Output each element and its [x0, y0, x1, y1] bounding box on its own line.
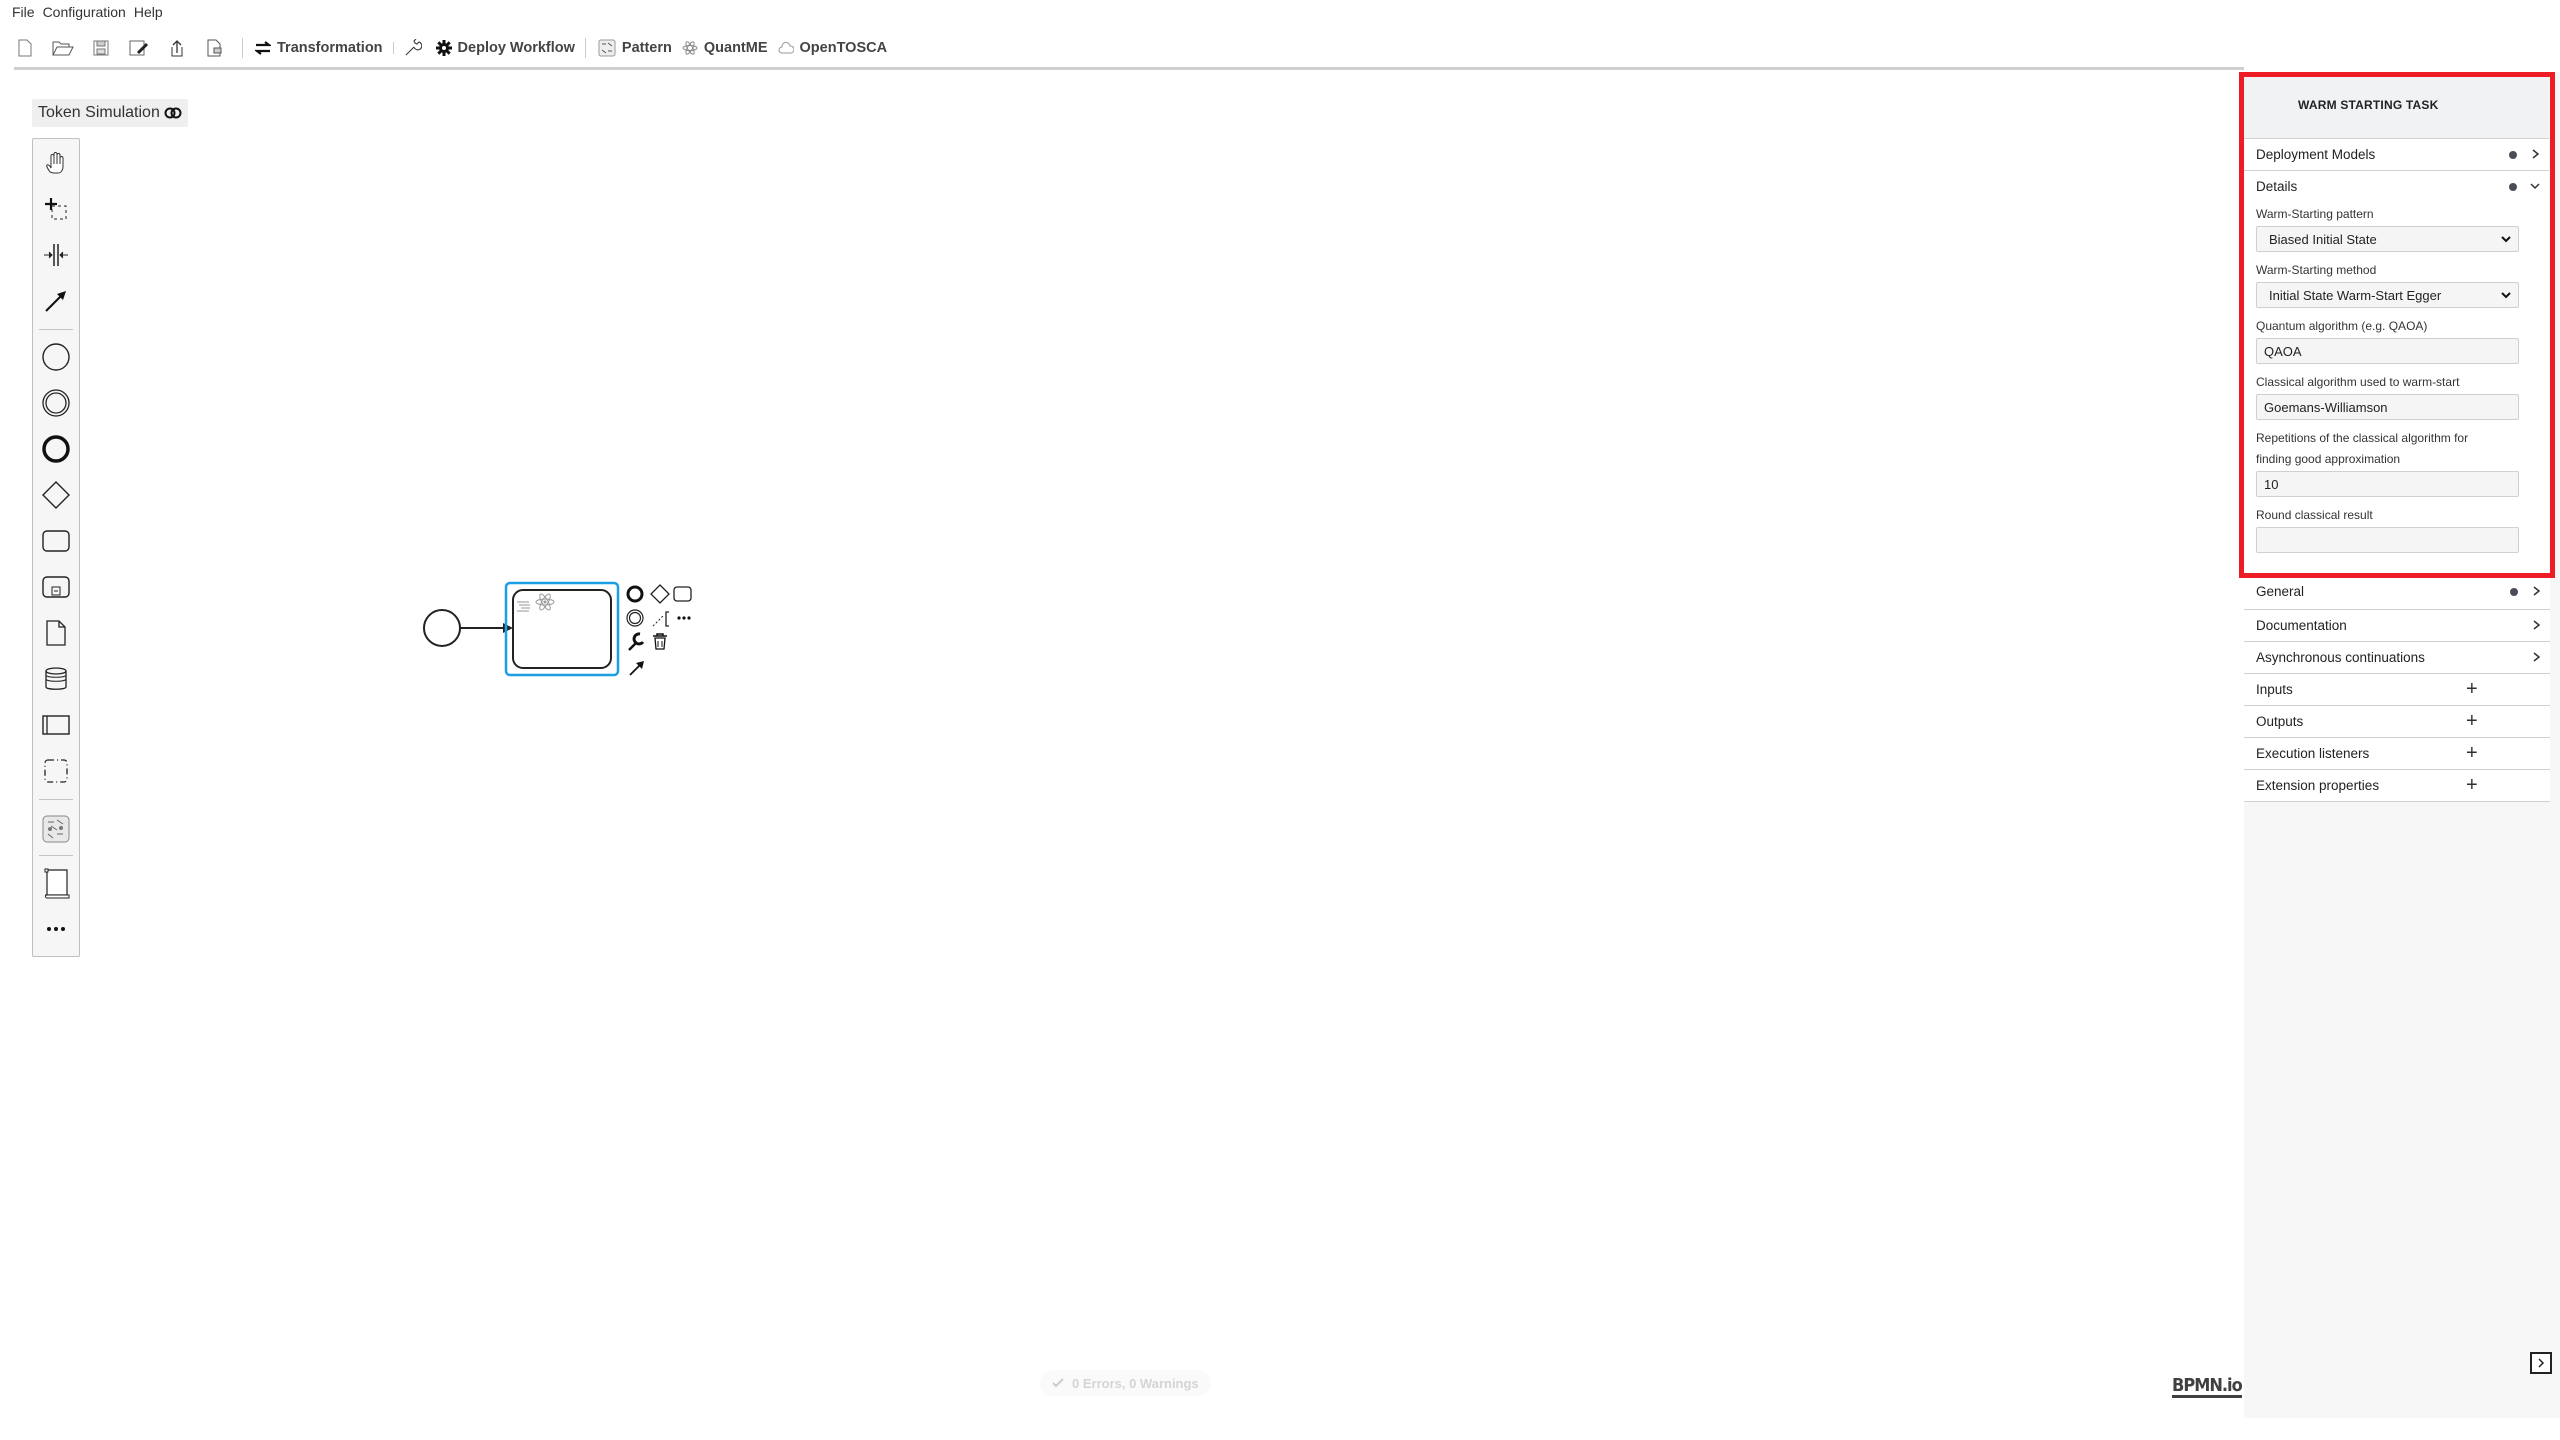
add-icon[interactable]: +	[2466, 775, 2478, 795]
group-inputs[interactable]: Inputs +	[2244, 674, 2550, 706]
details-group-end	[2244, 546, 2549, 574]
repetitions-label-line1: Repetitions of the classical algorithm f…	[2256, 431, 2469, 445]
chevron-right-icon	[2533, 652, 2541, 662]
data-indicator-dot	[2509, 151, 2517, 159]
chevron-right-icon	[2533, 586, 2541, 596]
chevron-down-icon	[2530, 183, 2540, 190]
connect-icon[interactable]	[629, 661, 644, 676]
wrench-icon[interactable]	[628, 632, 645, 651]
append-end-event-icon[interactable]	[626, 585, 644, 603]
data-indicator-dot	[2510, 588, 2518, 596]
chevron-down-icon	[2501, 292, 2511, 299]
add-icon[interactable]: +	[2466, 679, 2478, 699]
group-deployment-models[interactable]: Deployment Models	[2244, 139, 2549, 171]
repetitions-input[interactable]: 10	[2256, 471, 2519, 497]
group-asynchronous-continuations[interactable]: Asynchronous continuations	[2244, 642, 2550, 674]
warm-starting-method-select[interactable]: Initial State Warm-Start Egger	[2256, 282, 2519, 308]
delete-icon[interactable]	[653, 633, 667, 650]
warm-starting-task[interactable]	[504, 581, 620, 677]
context-pad	[626, 584, 692, 676]
warm-starting-pattern-label: Warm-Starting pattern	[2256, 207, 2374, 221]
data-indicator-dot	[2509, 183, 2517, 191]
round-classical-result-label: Round classical result	[2256, 508, 2373, 522]
repetitions-label-line2: finding good approximation	[2256, 452, 2401, 466]
group-details[interactable]: Details	[2244, 171, 2549, 202]
quantum-algorithm-input[interactable]: QAOA	[2256, 338, 2519, 364]
chevron-right-icon	[2532, 149, 2540, 159]
append-text-annotation-icon[interactable]	[652, 611, 669, 627]
warm-starting-pattern-select[interactable]: Biased Initial State	[2256, 226, 2519, 252]
append-gateway-icon[interactable]	[650, 584, 670, 604]
more-options-icon[interactable]	[677, 616, 691, 620]
start-event[interactable]	[423, 609, 461, 647]
diagram-canvas[interactable]	[0, 0, 2200, 1440]
group-documentation[interactable]: Documentation	[2244, 610, 2550, 642]
check-icon	[1052, 1378, 1064, 1388]
group-outputs[interactable]: Outputs +	[2244, 706, 2550, 738]
group-general[interactable]: General	[2244, 578, 2550, 610]
chevron-right-icon	[2538, 1358, 2545, 1368]
panel-toggle-button[interactable]	[2530, 1352, 2552, 1374]
panel-title: WARM STARTING TASK	[2298, 98, 2439, 112]
lint-status[interactable]: 0 Errors, 0 Warnings	[1040, 1370, 1211, 1396]
append-task-icon[interactable]	[673, 586, 692, 602]
chevron-right-icon	[2533, 620, 2541, 630]
bpmn-io-logo[interactable]: BPMN.io	[2172, 1377, 2243, 1398]
quantum-algorithm-label: Quantum algorithm (e.g. QAOA)	[2256, 319, 2428, 333]
chevron-down-icon	[2501, 236, 2511, 243]
append-intermediate-event-icon[interactable]	[626, 609, 644, 627]
classical-algorithm-input[interactable]: Goemans-Williamson	[2256, 394, 2519, 420]
classical-algorithm-label: Classical algorithm used to warm-start	[2256, 375, 2460, 389]
warm-starting-method-label: Warm-Starting method	[2256, 263, 2377, 277]
add-icon[interactable]: +	[2466, 711, 2478, 731]
add-icon[interactable]: +	[2466, 743, 2478, 763]
group-extension-properties[interactable]: Extension properties +	[2244, 770, 2550, 802]
group-execution-listeners[interactable]: Execution listeners +	[2244, 738, 2550, 770]
